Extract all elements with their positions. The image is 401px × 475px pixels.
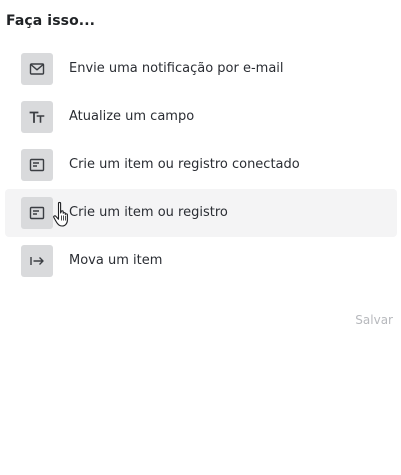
action-list: Envie uma notificação por e-mail Atualiz… bbox=[5, 45, 397, 285]
text-format-icon bbox=[21, 101, 53, 133]
action-item-send-email[interactable]: Envie uma notificação por e-mail bbox=[5, 45, 397, 93]
action-item-label: Crie um item ou registro bbox=[69, 205, 228, 220]
action-item-label: Mova um item bbox=[69, 253, 163, 268]
record-icon bbox=[21, 149, 53, 181]
record-icon bbox=[21, 197, 53, 229]
action-item-label: Crie um item ou registro conectado bbox=[69, 157, 300, 172]
panel-heading: Faça isso... bbox=[6, 13, 96, 29]
action-item-label: Atualize um campo bbox=[69, 109, 195, 124]
action-item-create-linked-record[interactable]: Crie um item ou registro conectado bbox=[5, 141, 397, 189]
action-item-move-item[interactable]: Mova um item bbox=[5, 237, 397, 285]
mail-icon bbox=[21, 53, 53, 85]
action-item-label: Envie uma notificação por e-mail bbox=[69, 61, 284, 76]
save-button[interactable]: Salvar bbox=[337, 308, 393, 332]
action-item-update-field[interactable]: Atualize um campo bbox=[5, 93, 397, 141]
action-item-create-record[interactable]: Crie um item ou registro bbox=[5, 189, 397, 237]
move-arrow-icon bbox=[21, 245, 53, 277]
